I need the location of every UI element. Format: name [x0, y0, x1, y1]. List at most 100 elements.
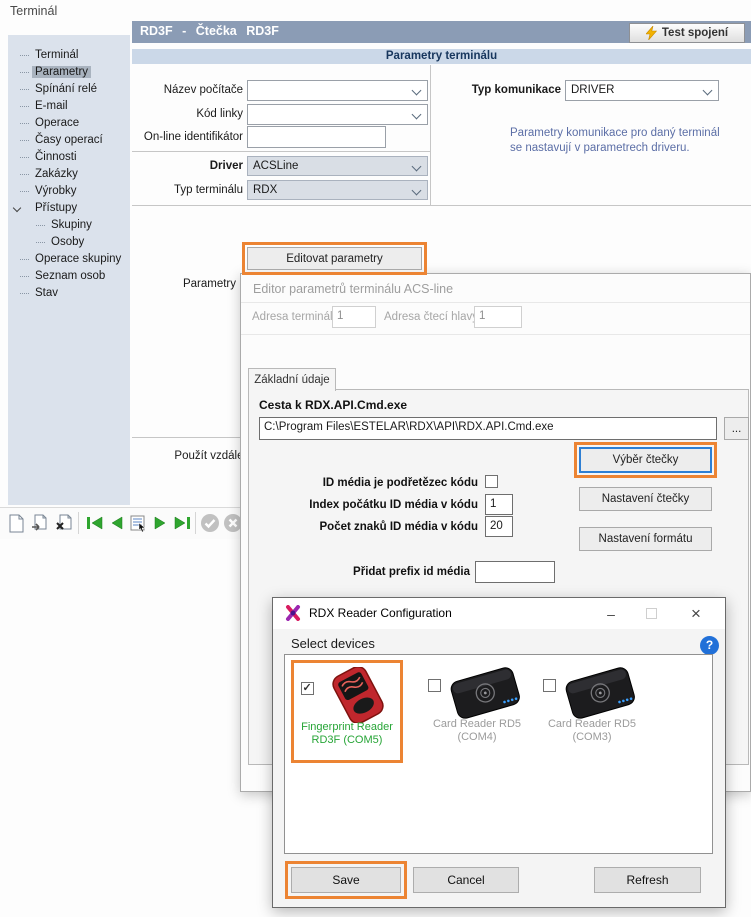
device-tile-card-rd5-com3[interactable]: Card Reader RD5(COM3)	[536, 660, 648, 763]
terminal-address-label: Adresa terminálu	[252, 311, 339, 323]
rdx-titlebar[interactable]: RDX Reader Configuration – ×	[273, 598, 725, 629]
refresh-button[interactable]: Refresh	[594, 867, 701, 893]
sidebar-item-zakazky[interactable]: Zakázky	[8, 166, 130, 183]
browse-button[interactable]: ...	[724, 417, 749, 440]
first-record-icon[interactable]	[83, 512, 105, 534]
lightning-icon	[646, 26, 657, 40]
sidebar-item-osoby[interactable]: Osoby	[8, 234, 130, 251]
page-header: RD3F - Čtečka RD3F Test spojení	[132, 21, 751, 43]
next-record-icon[interactable]	[149, 512, 171, 534]
help-icon[interactable]: ?	[700, 636, 719, 655]
path-input[interactable]: C:\Program Files\ESTELAR\RDX\API\RDX.API…	[259, 417, 717, 440]
terminal-address-input[interactable]: 1	[332, 306, 376, 328]
sidebar-item-operace-skupiny[interactable]: Operace skupiny	[8, 251, 130, 268]
path-label: Cesta k RDX.API.Cmd.exe	[259, 398, 407, 412]
record-toolbar	[0, 507, 247, 539]
tree-connector	[20, 276, 29, 277]
device-port: (COM4)	[457, 731, 496, 743]
last-record-icon[interactable]	[171, 512, 193, 534]
editor-dialog-title: Editor parametrů terminálu ACS-line	[253, 282, 453, 296]
select-reader-button[interactable]: Výběr čtečky	[579, 447, 712, 473]
app-title: Terminál	[10, 4, 57, 18]
tab-zakladni-udaje[interactable]: Základní údaje	[248, 368, 336, 391]
save-button[interactable]: Save	[291, 867, 401, 893]
media-id-start-index-input[interactable]: 1	[485, 494, 513, 515]
tree-connector	[20, 72, 29, 73]
sidebar-item-skupiny[interactable]: Skupiny	[8, 217, 130, 234]
sidebar-item-vyrobky[interactable]: Výrobky	[8, 183, 130, 200]
new-record-icon[interactable]	[5, 512, 27, 534]
sidebar-tree: Terminál Parametry Spínání relé E-mail O…	[8, 35, 130, 505]
sidebar-item-email[interactable]: E-mail	[8, 98, 130, 115]
communication-type-label: Typ komunikace	[440, 84, 561, 96]
tree-connector	[20, 157, 29, 158]
sidebar-item-pristupy[interactable]: Přístupy	[8, 200, 130, 217]
edit-parameters-button[interactable]: Editovat parametry	[247, 247, 422, 270]
media-id-prefix-label: Přidat prefix id média	[249, 566, 470, 578]
accept-icon[interactable]	[199, 512, 221, 534]
sidebar-item-parametry[interactable]: Parametry	[8, 64, 130, 81]
driver-label: Driver	[132, 160, 243, 172]
device-tile-fingerprint-rd3f[interactable]: Fingerprint ReaderRD3F (COM5)	[291, 660, 403, 763]
sidebar-item-operace[interactable]: Operace	[8, 115, 130, 132]
driver-combo[interactable]: ACSLine	[247, 156, 428, 176]
tree-connector	[20, 89, 29, 90]
test-connection-button[interactable]: Test spojení	[629, 23, 745, 43]
device-tile-card-rd5-com4[interactable]: Card Reader RD5(COM4)	[421, 660, 533, 763]
sidebar-item-terminal[interactable]: Terminál	[8, 47, 130, 64]
tree-connector	[20, 259, 29, 260]
sidebar-item-spinani-rele[interactable]: Spínání relé	[8, 81, 130, 98]
reader-settings-button[interactable]: Nastavení čtečky	[579, 487, 712, 511]
device-checkbox[interactable]	[301, 682, 314, 695]
tree-connector	[20, 293, 29, 294]
tree-connector	[36, 242, 45, 243]
online-id-input[interactable]	[247, 126, 386, 148]
maximize-button[interactable]	[633, 598, 669, 629]
communication-info-text: Parametry komunikace pro daný terminál s…	[510, 126, 720, 156]
chevron-down-icon[interactable]	[13, 204, 21, 212]
tree-connector	[20, 174, 29, 175]
device-port: RD3F (COM5)	[312, 734, 383, 746]
tree-connector	[20, 123, 29, 124]
divider	[241, 302, 750, 303]
delete-record-icon[interactable]	[53, 512, 75, 534]
media-id-char-count-label: Počet znaků ID média v kódu	[249, 521, 478, 533]
section-title: Parametry terminálu	[132, 49, 751, 64]
device-checkbox[interactable]	[428, 679, 441, 692]
divider	[430, 65, 431, 205]
media-id-substring-checkbox[interactable]	[485, 475, 498, 488]
device-name: Card Reader RD5	[433, 718, 521, 730]
device-list: Fingerprint ReaderRD3F (COM5) Card Reade	[284, 654, 713, 854]
media-id-prefix-input[interactable]	[475, 561, 555, 583]
media-id-substring-label: ID média je podřetězec kódu	[249, 477, 478, 489]
rdx-app-icon	[285, 605, 301, 621]
import-record-icon[interactable]	[29, 512, 51, 534]
media-id-char-count-input[interactable]: 20	[485, 516, 513, 537]
divider	[132, 205, 751, 206]
computer-name-combo[interactable]	[247, 80, 428, 101]
sidebar-item-cinnosti[interactable]: Činnosti	[8, 149, 130, 166]
format-settings-button[interactable]: Nastavení formátu	[579, 527, 712, 551]
select-devices-label: Select devices	[291, 636, 375, 651]
browse-list-icon[interactable]	[127, 512, 149, 534]
communication-type-combo[interactable]: DRIVER	[565, 80, 719, 101]
line-code-combo[interactable]	[247, 104, 428, 125]
chevron-down-icon	[412, 86, 422, 96]
divider	[132, 151, 430, 152]
tree-connector	[20, 106, 29, 107]
chevron-down-icon	[412, 110, 422, 120]
cancel-button[interactable]: Cancel	[413, 867, 519, 893]
minimize-button[interactable]: –	[593, 598, 629, 629]
device-checkbox[interactable]	[543, 679, 556, 692]
device-port: (COM3)	[572, 731, 611, 743]
divider	[241, 334, 750, 335]
sidebar-item-stav[interactable]: Stav	[8, 285, 130, 302]
sidebar-item-casy-operaci[interactable]: Časy operací	[8, 132, 130, 149]
divider	[132, 437, 240, 438]
sidebar-item-seznam-osob[interactable]: Seznam osob	[8, 268, 130, 285]
close-button[interactable]: ×	[673, 598, 719, 629]
previous-record-icon[interactable]	[105, 512, 127, 534]
reading-head-address-input[interactable]: 1	[474, 306, 522, 328]
terminal-type-combo[interactable]: RDX	[247, 180, 428, 200]
tree-connector	[20, 140, 29, 141]
